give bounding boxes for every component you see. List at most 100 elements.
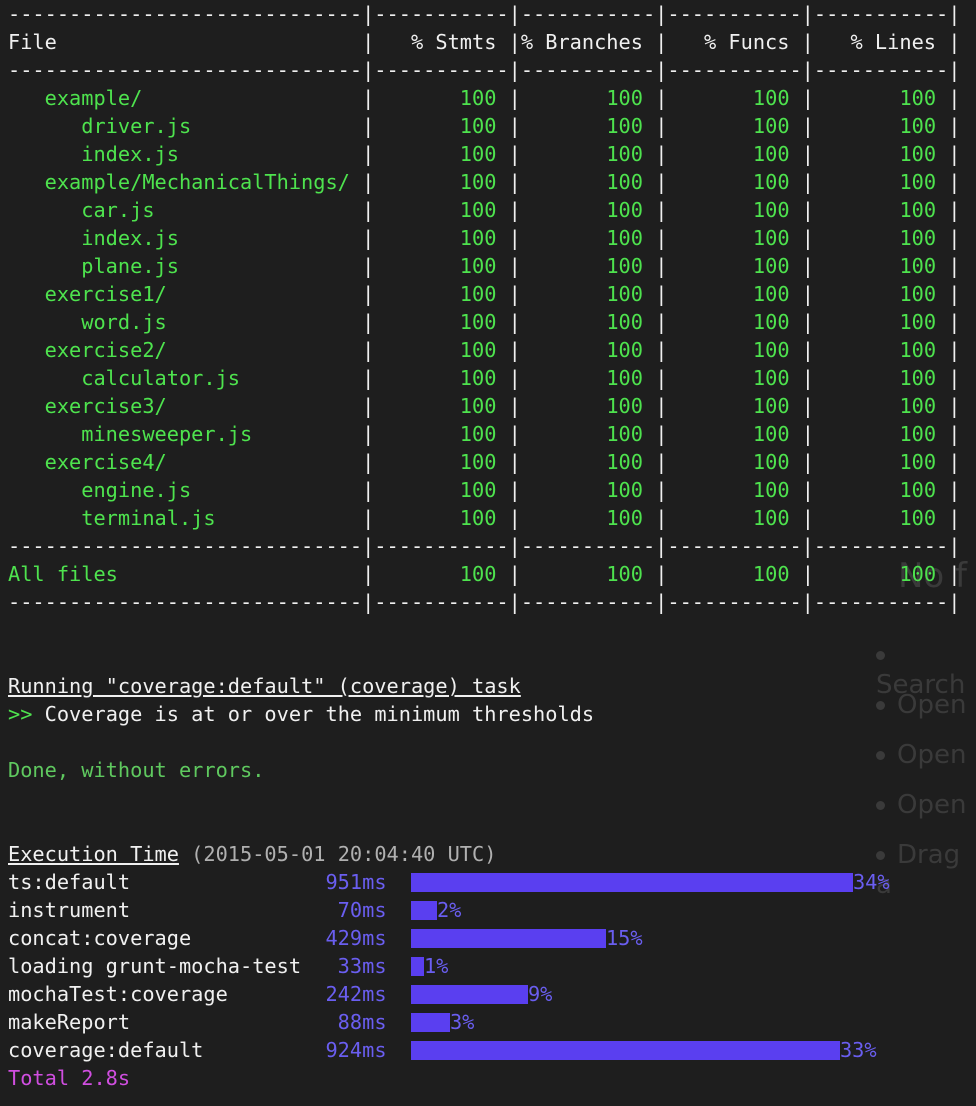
branches-value: 100 bbox=[520, 450, 656, 474]
file-name: All files bbox=[8, 562, 363, 586]
stmts-value: 100 bbox=[374, 562, 509, 586]
task-time: 924ms bbox=[313, 1038, 387, 1062]
coverage-table: -----------------------------|----------… bbox=[8, 0, 976, 616]
table-row: index.js | 100 | 100 | 100 | 100 | bbox=[8, 142, 961, 166]
table-row: example/ | 100 | 100 | 100 | 100 | bbox=[8, 86, 961, 110]
stmts-value: 100 bbox=[374, 394, 509, 418]
task-name: coverage:default bbox=[8, 1038, 314, 1062]
table-row: exercise4/ | 100 | 100 | 100 | 100 | bbox=[8, 450, 961, 474]
task-name: mochaTest:coverage bbox=[8, 982, 314, 1006]
funcs-value: 100 bbox=[667, 450, 802, 474]
file-name: index.js bbox=[8, 142, 363, 166]
table-row: plane.js | 100 | 100 | 100 | 100 | bbox=[8, 254, 961, 278]
lines-value: 100 bbox=[813, 226, 949, 250]
table-row: exercise2/ | 100 | 100 | 100 | 100 | bbox=[8, 338, 961, 362]
timing-row: instrument 70ms 2% bbox=[8, 896, 976, 924]
duration-bar bbox=[410, 1040, 840, 1060]
total-time: Total 2.8s bbox=[8, 1066, 131, 1090]
table-row: car.js | 100 | 100 | 100 | 100 | bbox=[8, 198, 961, 222]
task-time: 88ms bbox=[313, 1010, 387, 1034]
task-percent: 15% bbox=[605, 926, 643, 950]
funcs-value: 100 bbox=[667, 422, 802, 446]
table-row: word.js | 100 | 100 | 100 | 100 | bbox=[8, 310, 961, 334]
execution-time-title: Execution Time bbox=[8, 842, 179, 866]
task-name: makeReport bbox=[8, 1010, 314, 1034]
stmts-value: 100 bbox=[374, 226, 509, 250]
threshold-line: >> Coverage is at or over the minimum th… bbox=[8, 700, 976, 728]
lines-value: 100 bbox=[813, 450, 949, 474]
timing-row: ts:default 951ms 34% bbox=[8, 868, 976, 896]
table-row: calculator.js | 100 | 100 | 100 | 100 | bbox=[8, 366, 961, 390]
file-name: plane.js bbox=[8, 254, 363, 278]
task-name: instrument bbox=[8, 898, 314, 922]
duration-bar bbox=[410, 1012, 450, 1032]
funcs-value: 100 bbox=[667, 254, 802, 278]
file-name: exercise2/ bbox=[8, 338, 363, 362]
threshold-message: Coverage is at or over the minimum thres… bbox=[44, 702, 595, 726]
file-name: terminal.js bbox=[8, 506, 363, 530]
stmts-value: 100 bbox=[374, 142, 509, 166]
stmts-value: 100 bbox=[374, 86, 509, 110]
stmts-value: 100 bbox=[374, 478, 509, 502]
branches-value: 100 bbox=[520, 366, 656, 390]
funcs-value: 100 bbox=[667, 394, 802, 418]
task-percent: 2% bbox=[436, 898, 462, 922]
branches-value: 100 bbox=[520, 226, 656, 250]
lines-value: 100 bbox=[813, 86, 949, 110]
task-percent: 3% bbox=[449, 1010, 475, 1034]
terminal-output: -----------------------------|----------… bbox=[8, 0, 976, 1106]
table-separator: -----------------------------|----------… bbox=[8, 590, 961, 614]
branches-value: 100 bbox=[520, 562, 656, 586]
branches-value: 100 bbox=[520, 198, 656, 222]
stmts-value: 100 bbox=[374, 422, 509, 446]
file-name: car.js bbox=[8, 198, 363, 222]
file-name: calculator.js bbox=[8, 366, 363, 390]
funcs-value: 100 bbox=[667, 142, 802, 166]
lines-value: 100 bbox=[813, 254, 949, 278]
duration-bar bbox=[410, 956, 424, 976]
branches-value: 100 bbox=[520, 170, 656, 194]
timing-row: loading grunt-mocha-test 33ms 1% bbox=[8, 952, 976, 980]
funcs-value: 100 bbox=[667, 366, 802, 390]
timing-row: concat:coverage 429ms 15% bbox=[8, 924, 976, 952]
prompt-arrows: >> bbox=[8, 702, 33, 726]
total-row: All files | 100 | 100 | 100 | 100 | bbox=[8, 562, 961, 586]
table-row: engine.js | 100 | 100 | 100 | 100 | bbox=[8, 478, 961, 502]
file-name: engine.js bbox=[8, 478, 363, 502]
task-time: 951ms bbox=[313, 870, 387, 894]
branches-value: 100 bbox=[520, 114, 656, 138]
table-row: exercise3/ | 100 | 100 | 100 | 100 | bbox=[8, 394, 961, 418]
task-name: ts:default bbox=[8, 870, 314, 894]
task-percent: 9% bbox=[527, 982, 553, 1006]
table-row: index.js | 100 | 100 | 100 | 100 | bbox=[8, 226, 961, 250]
lines-value: 100 bbox=[813, 114, 949, 138]
timing-row: makeReport 88ms 3% bbox=[8, 1008, 976, 1036]
funcs-value: 100 bbox=[667, 86, 802, 110]
branches-value: 100 bbox=[520, 142, 656, 166]
table-separator: -----------------------------|----------… bbox=[8, 2, 961, 26]
branches-value: 100 bbox=[520, 506, 656, 530]
lines-value: 100 bbox=[813, 338, 949, 362]
stmts-value: 100 bbox=[374, 338, 509, 362]
stmts-value: 100 bbox=[374, 114, 509, 138]
file-name: minesweeper.js bbox=[8, 422, 363, 446]
stmts-value: 100 bbox=[374, 282, 509, 306]
stmts-value: 100 bbox=[374, 506, 509, 530]
funcs-value: 100 bbox=[667, 338, 802, 362]
task-time: 429ms bbox=[313, 926, 387, 950]
duration-bar bbox=[410, 984, 528, 1004]
lines-value: 100 bbox=[813, 562, 949, 586]
timing-row: mochaTest:coverage 242ms 9% bbox=[8, 980, 976, 1008]
branches-value: 100 bbox=[520, 310, 656, 334]
done-line: Done, without errors. bbox=[8, 758, 265, 782]
file-name: example/ bbox=[8, 86, 363, 110]
branches-value: 100 bbox=[520, 282, 656, 306]
file-name: exercise1/ bbox=[8, 282, 363, 306]
lines-value: 100 bbox=[813, 310, 949, 334]
branches-value: 100 bbox=[520, 338, 656, 362]
funcs-value: 100 bbox=[667, 282, 802, 306]
table-row: exercise1/ | 100 | 100 | 100 | 100 | bbox=[8, 282, 961, 306]
funcs-value: 100 bbox=[667, 198, 802, 222]
table-row: example/MechanicalThings/ | 100 | 100 | … bbox=[8, 170, 961, 194]
timing-list: ts:default 951ms 34% instrument 70ms 2% co… bbox=[8, 868, 976, 1064]
